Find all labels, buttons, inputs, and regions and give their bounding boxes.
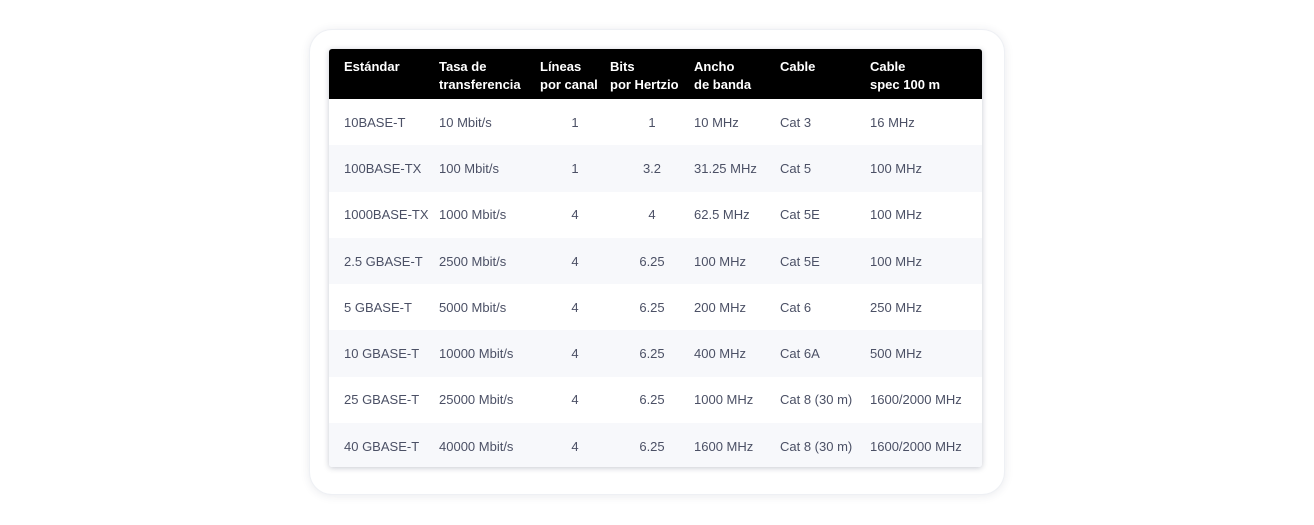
table-body: 10BASE-T 10 Mbit/s 1 1 10 MHz Cat 3 16 MHz 100B… (329, 99, 982, 467)
cell-transfer-rate: 10 Mbit/s (439, 114, 492, 130)
cell-cable: Cat 3 (780, 114, 812, 130)
cell-cable-spec: 1600/2000 MHz (870, 392, 962, 408)
cell-lines-per-channel: 4 (571, 253, 579, 269)
cell-bandwidth: 1600 MHz (694, 438, 754, 454)
header-transfer-rate: Tasa de transferencia (439, 49, 540, 99)
header-cable: Cable (780, 49, 870, 99)
cell-transfer-rate: 100 Mbit/s (439, 160, 499, 176)
cell-bandwidth: 1000 MHz (694, 392, 754, 408)
cell-lines-per-channel: 4 (571, 438, 579, 454)
cell-lines-per-channel: 4 (571, 346, 579, 362)
header-cable-spec: Cable spec 100 m (870, 49, 982, 99)
cell-transfer-rate: 1000 Mbit/s (439, 207, 507, 223)
cell-standard: 5 GBASE-T (344, 299, 412, 315)
cell-lines-per-channel: 1 (571, 160, 579, 176)
cell-cable-spec: 100 MHz (870, 207, 923, 223)
cell-bits-per-hertz: 4 (648, 207, 656, 223)
header-cable-line1: Cable (780, 59, 816, 74)
cell-bits-per-hertz: 3.2 (642, 160, 662, 176)
table-row: 100BASE-TX 100 Mbit/s 1 3.2 31.25 MHz Cat 5 10… (329, 145, 982, 192)
cell-bits-per-hertz: 1 (648, 114, 656, 130)
header-standard-line1: Estándar (344, 59, 400, 74)
cell-cable: Cat 5 (780, 160, 812, 176)
header-bandwidth-line1: Ancho (694, 59, 735, 74)
header-cable-spec-line1: Cable (870, 59, 906, 74)
header-row: Estándar Tasa de transferencia Líneas po… (329, 49, 982, 99)
cell-bandwidth: 100 MHz (694, 253, 747, 269)
cell-cable: Cat 5E (780, 207, 820, 223)
cell-bits-per-hertz: 6.25 (639, 438, 665, 454)
ethernet-standards-table-card: Estándar Tasa de transferencia Líneas po… (329, 49, 982, 467)
cell-transfer-rate: 40000 Mbit/s (439, 438, 514, 454)
header-bits-line2: por Hertzio (610, 77, 679, 92)
cell-cable-spec: 500 MHz (870, 346, 923, 362)
ethernet-standards-table: Estándar Tasa de transferencia Líneas po… (329, 49, 982, 467)
cell-bits-per-hertz: 6.25 (639, 392, 665, 408)
cell-bandwidth: 62.5 MHz (694, 207, 750, 223)
header-cable-spec-line2: spec 100 m (870, 77, 941, 92)
header-standard: Estándar (329, 49, 439, 99)
cell-cable-spec: 250 MHz (870, 299, 923, 315)
cell-bits-per-hertz: 6.25 (639, 253, 665, 269)
cell-cable: Cat 8 (30 m) (780, 438, 853, 454)
cell-lines-per-channel: 4 (571, 299, 579, 315)
cell-lines-per-channel: 4 (571, 392, 579, 408)
table-row: 10BASE-T 10 Mbit/s 1 1 10 MHz Cat 3 16 MHz (329, 99, 982, 145)
header-lines-line1: Líneas (540, 59, 582, 74)
cell-bandwidth: 10 MHz (694, 114, 739, 130)
cell-lines-per-channel: 1 (571, 114, 579, 130)
header-bandwidth-line2: de banda (694, 77, 752, 92)
cell-standard: 1000BASE-TX (344, 207, 429, 223)
cell-cable-spec: 100 MHz (870, 253, 923, 269)
cell-transfer-rate: 5000 Mbit/s (439, 299, 507, 315)
cell-standard: 2.5 GBASE-T (344, 253, 423, 269)
table-row: 40 GBASE-T 40000 Mbit/s 4 6.25 1600 MHz Cat 8… (329, 423, 982, 467)
header-transfer-rate-line1: Tasa de (439, 59, 487, 74)
cell-bits-per-hertz: 6.25 (639, 299, 665, 315)
cell-bandwidth: 200 MHz (694, 299, 747, 315)
header-bits-per-hertz: Bits por Hertzio (610, 49, 694, 99)
cell-cable-spec: 100 MHz (870, 160, 923, 176)
table-row: 10 GBASE-T 10000 Mbit/s 4 6.25 400 MHz Cat 6A… (329, 330, 982, 377)
table-row: 25 GBASE-T 25000 Mbit/s 4 6.25 1000 MHz Cat 8… (329, 377, 982, 423)
cell-transfer-rate: 10000 Mbit/s (439, 346, 514, 362)
cell-bits-per-hertz: 6.25 (639, 346, 665, 362)
cell-cable-spec: 16 MHz (870, 114, 915, 130)
table-row: 1000BASE-TX 1000 Mbit/s 4 4 62.5 MHz Cat 5E 10… (329, 192, 982, 238)
cell-standard: 40 GBASE-T (344, 438, 420, 454)
cell-cable: Cat 5E (780, 253, 820, 269)
cell-bandwidth: 400 MHz (694, 346, 747, 362)
cell-transfer-rate: 2500 Mbit/s (439, 253, 507, 269)
cell-transfer-rate: 25000 Mbit/s (439, 392, 514, 408)
table-header: Estándar Tasa de transferencia Líneas po… (329, 49, 982, 99)
header-transfer-rate-line2: transferencia (439, 77, 521, 92)
table-row: 5 GBASE-T 5000 Mbit/s 4 6.25 200 MHz Cat 6 250… (329, 284, 982, 330)
cell-cable-spec: 1600/2000 MHz (870, 438, 962, 454)
header-bandwidth: Ancho de banda (694, 49, 780, 99)
cell-standard: 25 GBASE-T (344, 392, 420, 408)
header-bits-line1: Bits (610, 59, 635, 74)
header-lines-per-channel: Líneas por canal (540, 49, 610, 99)
cell-bandwidth: 31.25 MHz (694, 160, 757, 176)
header-lines-line2: por canal (540, 77, 598, 92)
cell-cable: Cat 6 (780, 299, 812, 315)
cell-cable: Cat 6A (780, 346, 820, 362)
table-row: 2.5 GBASE-T 2500 Mbit/s 4 6.25 100 MHz Cat 5E… (329, 237, 982, 285)
cell-standard: 100BASE-TX (344, 160, 422, 176)
cell-standard: 10 GBASE-T (344, 346, 420, 362)
cell-lines-per-channel: 4 (571, 207, 579, 223)
cell-standard: 10BASE-T (344, 114, 406, 130)
cell-cable: Cat 8 (30 m) (780, 392, 853, 408)
